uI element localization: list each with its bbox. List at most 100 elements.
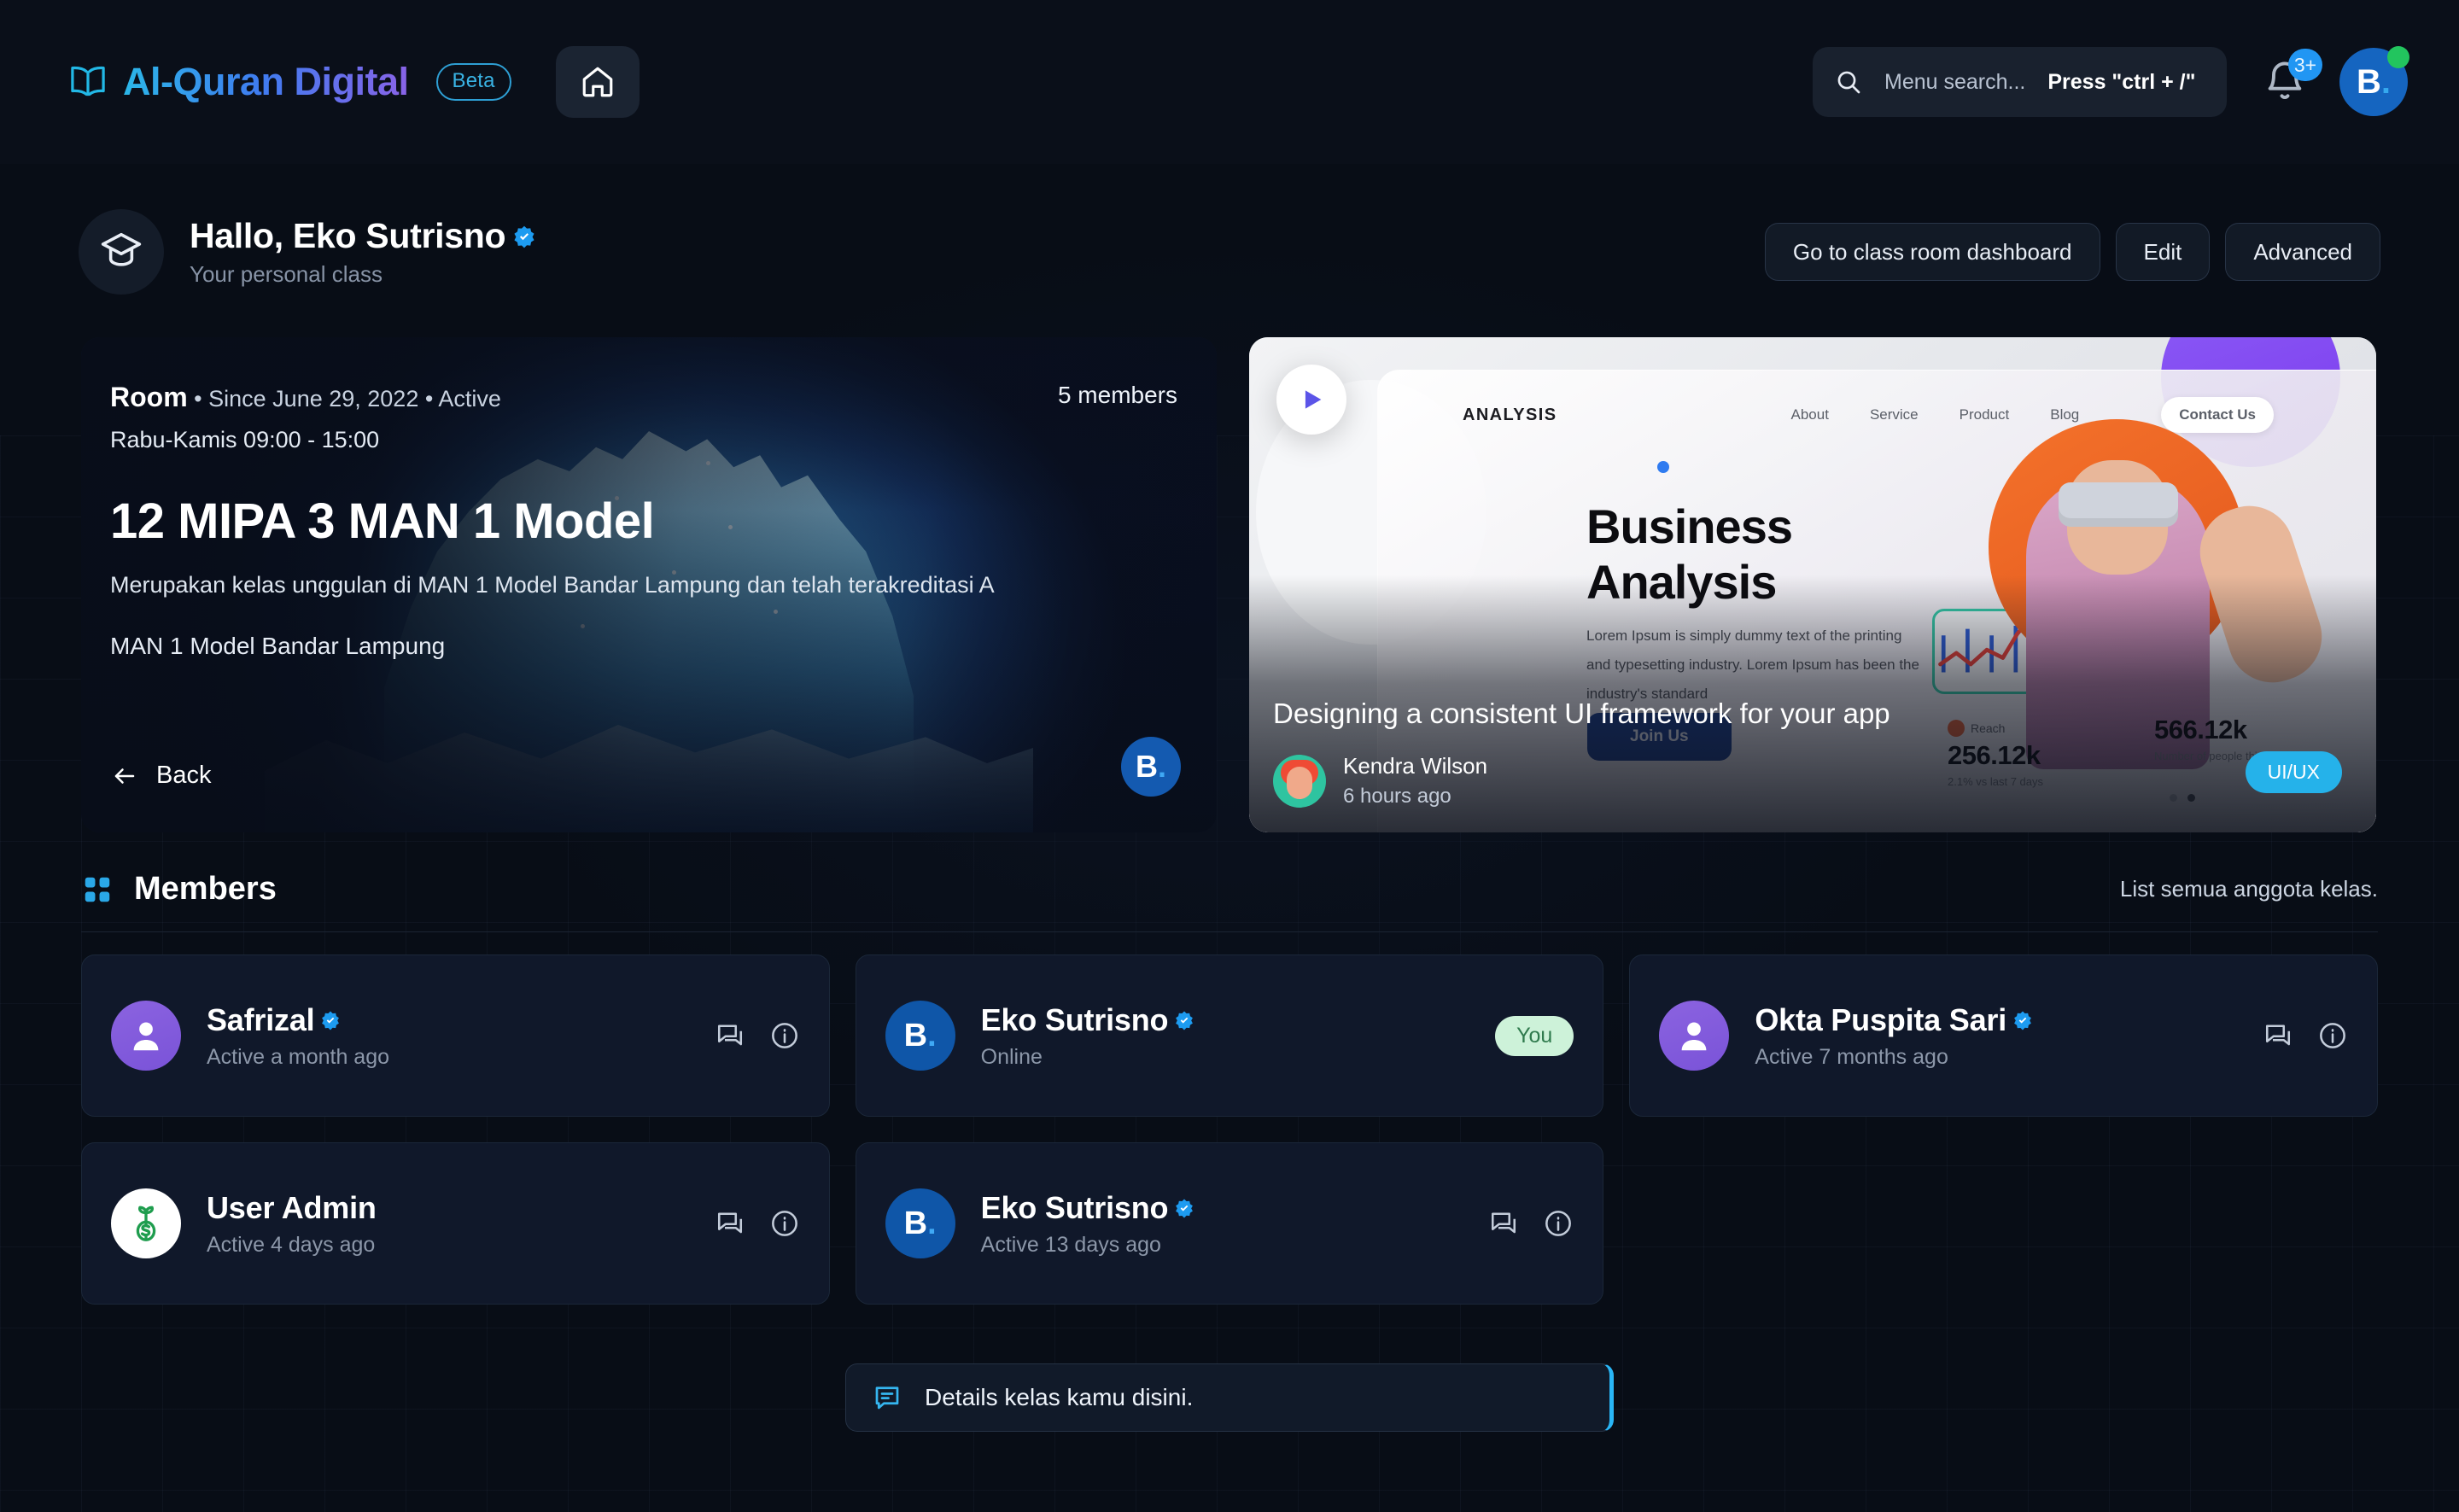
details-toast[interactable]: Details kelas kamu disini.	[845, 1363, 1614, 1432]
room-brand-dot: .	[1157, 749, 1166, 784]
you-badge: You	[1495, 1015, 1574, 1056]
back-button-label: Back	[156, 762, 212, 789]
member-status: Active 7 months ago	[1755, 1044, 1948, 1069]
top-navigation-bar: Al-Quran Digital Beta Menu search... Pre…	[0, 0, 2459, 164]
room-brand-initial: B	[1135, 749, 1158, 784]
profile-text: Hallo, Eko Sutrisno Your personal class	[190, 216, 536, 288]
members-grid: Safrizal Active a month ago B. Eko Sutri…	[81, 954, 2378, 1305]
go-to-class-room-dashboard-button[interactable]: Go to class room dashboard	[1764, 223, 2100, 281]
play-icon	[1297, 385, 1326, 414]
room-schedule: Rabu-Kamis 09:00 - 15:00	[110, 427, 380, 452]
member-info: Eko Sutrisno Online	[981, 1002, 1195, 1070]
cards-row: Room • Since June 29, 2022 • Active Rabu…	[81, 337, 2376, 832]
avatar-dot: .	[2380, 62, 2391, 101]
room-label: Room	[110, 382, 188, 412]
video-author: Kendra Wilson 6 hours ago	[1273, 753, 1487, 809]
member-status: Active 4 days ago	[207, 1232, 376, 1257]
app-root: Al-Quran Digital Beta Menu search... Pre…	[0, 0, 2459, 1512]
author-name: Kendra Wilson	[1343, 753, 1488, 779]
member-actions	[1488, 1208, 1574, 1239]
member-card[interactable]: User Admin Active 4 days ago	[81, 1142, 830, 1305]
member-card[interactable]: Okta Puspita Sari Active 7 months ago	[1629, 954, 2378, 1117]
room-card[interactable]: Room • Since June 29, 2022 • Active Rabu…	[81, 337, 1217, 832]
member-actions	[2263, 1020, 2348, 1051]
brand-logo[interactable]: Al-Quran Digital Beta	[68, 60, 511, 104]
avatar-dot: .	[927, 1205, 937, 1241]
avatar-dot: .	[927, 1017, 937, 1054]
info-icon[interactable]	[1543, 1208, 1574, 1239]
avatar	[1659, 1001, 1730, 1071]
member-actions	[715, 1208, 800, 1239]
member-name: Okta Puspita Sari	[1755, 1001, 2007, 1037]
user-avatar[interactable]: B.	[2339, 46, 2409, 116]
info-icon[interactable]	[769, 1208, 800, 1239]
graduation-cap-icon	[98, 229, 144, 275]
grid-dots-icon	[81, 873, 114, 906]
back-button[interactable]: Back	[110, 762, 211, 790]
member-info: Okta Puspita Sari Active 7 months ago	[1755, 1002, 2033, 1070]
member-info: User Admin Active 4 days ago	[207, 1190, 377, 1258]
verified-badge-icon	[1174, 1010, 1194, 1030]
page-title: Hallo, Eko Sutrisno	[190, 216, 506, 255]
member-name: Safrizal	[207, 1001, 315, 1037]
avatar: B.	[885, 1188, 955, 1258]
video-tag-badge: UI/UX	[2245, 751, 2342, 793]
avatar-initial: B	[903, 1205, 928, 1241]
featured-video-card[interactable]: ANALYSIS About Service Product Blog Cont…	[1249, 337, 2376, 832]
chat-icon[interactable]	[2263, 1020, 2293, 1051]
avatar: B.	[885, 1001, 955, 1071]
verified-badge-icon	[320, 1010, 341, 1030]
chat-icon[interactable]	[715, 1208, 745, 1239]
room-since: Since June 29, 2022	[208, 386, 419, 412]
search-placeholder: Menu search...	[1884, 69, 2026, 94]
advanced-button[interactable]: Advanced	[2225, 223, 2380, 281]
author-avatar	[1273, 754, 1326, 808]
info-icon[interactable]	[769, 1020, 800, 1051]
search-icon	[1835, 68, 1862, 96]
room-title: 12 MIPA 3 MAN 1 Model	[110, 493, 655, 549]
member-name: Eko Sutrisno	[980, 1189, 1169, 1225]
profile-header: Hallo, Eko Sutrisno Your personal class …	[79, 209, 2380, 295]
member-status: Active 13 days ago	[980, 1232, 1161, 1257]
member-status: Online	[980, 1044, 1043, 1069]
members-title: Members	[134, 871, 277, 907]
member-info: Eko Sutrisno Active 13 days ago	[981, 1190, 1195, 1258]
member-status: Active a month ago	[207, 1044, 390, 1069]
chat-icon[interactable]	[715, 1020, 745, 1051]
profile-subtitle: Your personal class	[190, 261, 383, 287]
avatar	[111, 1001, 181, 1071]
verified-badge-icon	[512, 225, 536, 248]
members-section-header: Members List semua anggota kelas.	[81, 871, 2378, 932]
search-input[interactable]: Menu search... Press "ctrl + /"	[1813, 47, 2227, 117]
room-brand-avatar: B.	[1121, 737, 1181, 797]
verified-badge-icon	[2012, 1010, 2033, 1030]
notifications-button[interactable]: 3+	[2263, 49, 2322, 107]
presence-indicator	[2387, 46, 2409, 68]
chat-icon[interactable]	[1488, 1208, 1519, 1239]
arrow-left-icon	[110, 763, 139, 789]
member-card[interactable]: Safrizal Active a month ago	[81, 954, 830, 1117]
book-icon	[68, 65, 108, 99]
member-name: Eko Sutrisno	[980, 1001, 1169, 1037]
video-timestamp: 6 hours ago	[1343, 785, 1451, 808]
class-avatar	[79, 209, 164, 295]
room-description: Merupakan kelas unggulan di MAN 1 Model …	[110, 572, 995, 598]
member-info: Safrizal Active a month ago	[207, 1002, 389, 1070]
beta-badge: Beta	[435, 63, 511, 101]
home-button[interactable]	[555, 46, 640, 118]
edit-button[interactable]: Edit	[2115, 223, 2211, 281]
room-member-count: 5 members	[1057, 382, 1177, 408]
room-status: Active	[438, 386, 501, 412]
avatar	[111, 1188, 181, 1258]
home-icon	[580, 64, 616, 100]
member-name: User Admin	[207, 1189, 377, 1225]
play-button[interactable]	[1276, 365, 1346, 435]
room-meta: Room • Since June 29, 2022 • Active	[110, 382, 501, 412]
toast-text: Details kelas kamu disini.	[925, 1384, 1194, 1410]
member-card[interactable]: B. Eko Sutrisno Online You	[855, 954, 1604, 1117]
brand-name: Al-Quran Digital	[123, 60, 409, 103]
room-school: MAN 1 Model Bandar Lampung	[110, 633, 446, 659]
info-icon[interactable]	[2317, 1020, 2348, 1051]
member-card[interactable]: B. Eko Sutrisno Active 13 days ago	[855, 1142, 1604, 1305]
search-shortcut-hint: Press "ctrl + /"	[2047, 69, 2196, 94]
